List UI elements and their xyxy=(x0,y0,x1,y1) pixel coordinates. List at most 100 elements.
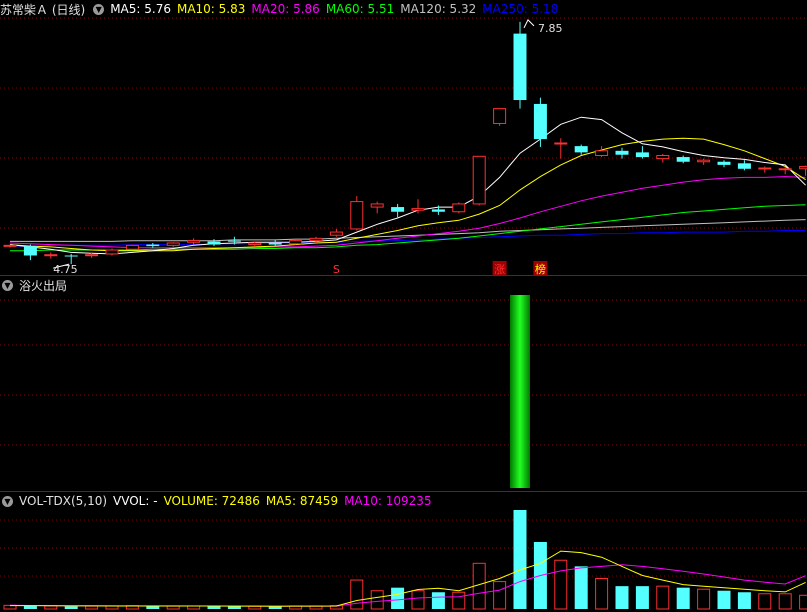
volume-bar xyxy=(431,592,445,609)
chevron-down-icon[interactable]: ▼ xyxy=(2,279,13,291)
volume-bar xyxy=(574,566,588,609)
indicator-header: ▼ 浴火出局 xyxy=(0,276,73,294)
ma-legend-item: MA120: 5.32 xyxy=(400,2,477,16)
candle-body xyxy=(717,161,731,165)
volume-bar xyxy=(370,590,384,610)
candle-body xyxy=(329,231,343,236)
candle-body xyxy=(452,203,466,213)
candle-body xyxy=(187,240,201,243)
volume-header: ▼ VOL-TDX(5,10) VVOL: - VOLUME: 72486 MA… xyxy=(0,492,438,510)
ma-layer xyxy=(9,116,806,255)
candle-body xyxy=(391,207,405,212)
candle-body xyxy=(289,240,303,245)
ma-legend: MA5: 5.76 MA10: 5.83 MA20: 5.86 MA60: 5.51 M… xyxy=(110,2,564,16)
candle-body xyxy=(574,146,588,153)
candle-body xyxy=(615,150,629,155)
candle-body xyxy=(350,201,364,230)
volume-bar xyxy=(758,593,772,610)
candle-body xyxy=(64,255,78,257)
vvol-value: VVOL: - xyxy=(113,494,158,508)
indicator-layer xyxy=(510,295,530,488)
ma-legend-item: MA10: 5.83 xyxy=(176,2,246,16)
chart-root: 7.85 4.75 S 涨 榜 苏常柴Ａ (日线) ▼ MA5: 5.76 MA10: 5… xyxy=(0,0,807,612)
volume-bar xyxy=(248,605,262,610)
volume-bar xyxy=(656,585,670,610)
candle-body xyxy=(44,254,58,257)
candle-body xyxy=(125,244,139,250)
chevron-down-icon[interactable]: ▼ xyxy=(93,3,105,15)
vol-ma10-value: MA10: 109235 xyxy=(344,494,432,508)
candle-body xyxy=(370,203,384,208)
ma10-line xyxy=(9,137,806,252)
ma250-line xyxy=(10,230,806,247)
candle-body xyxy=(737,163,751,169)
volume-bar xyxy=(64,606,78,609)
volume-value: VOLUME: 72486 xyxy=(163,494,260,508)
candle-body xyxy=(3,244,17,247)
ma-legend-item: MA5: 5.76 xyxy=(110,2,171,16)
candle-body xyxy=(85,254,99,257)
candle-body xyxy=(656,155,670,160)
chevron-down-icon[interactable]: ▼ xyxy=(2,495,13,507)
candle-body xyxy=(676,157,690,162)
stock-title: 苏常柴Ａ (日线) xyxy=(0,2,86,17)
ma-legend-item: MA20: 5.86 xyxy=(251,2,320,16)
kline-chart: 7.85 4.75 S 涨 榜 xyxy=(0,17,807,610)
candle-body xyxy=(227,240,241,242)
candle-body xyxy=(697,159,711,163)
candle-body xyxy=(166,242,180,246)
volume-bar xyxy=(85,605,99,610)
volume-bar xyxy=(44,605,58,610)
volume-bar xyxy=(166,605,180,610)
volume-bar xyxy=(799,594,807,610)
ma5-line xyxy=(9,116,806,255)
volume-bar xyxy=(23,605,37,609)
ma-legend-item: MA60: 5.51 xyxy=(325,2,395,16)
candle-body xyxy=(146,244,160,247)
volume-bar xyxy=(676,587,690,609)
signal-mark: 榜 xyxy=(535,262,546,276)
vol-ma5-value: MA5: 87459 xyxy=(265,494,339,508)
volume-bar xyxy=(635,586,649,609)
high-price-label: 7.85 xyxy=(538,22,563,35)
candle-body xyxy=(513,33,527,101)
candle-body xyxy=(411,208,425,211)
candle-body xyxy=(472,155,486,205)
candle-body xyxy=(533,103,547,140)
candle-body xyxy=(309,237,323,242)
indicator-bar xyxy=(510,295,530,488)
candle-body xyxy=(105,249,119,255)
candle-body xyxy=(23,246,37,256)
main-header: 苏常柴Ａ (日线) ▼ MA5: 5.76 MA10: 5.83 MA20: 5.8… xyxy=(0,0,564,18)
volume-bar xyxy=(615,586,629,609)
candle-body xyxy=(248,242,262,246)
candle-body xyxy=(431,209,445,212)
volume-bar xyxy=(493,581,507,610)
candle-body xyxy=(268,243,282,245)
candle-body xyxy=(554,142,568,145)
volume-bar xyxy=(411,590,425,610)
volume-bar xyxy=(452,591,466,610)
ma120-line xyxy=(10,219,806,242)
candle-body xyxy=(778,168,792,171)
volume-layer xyxy=(3,510,807,610)
volume-bar xyxy=(697,588,711,610)
candle-body xyxy=(595,150,609,156)
volume-bar xyxy=(717,590,731,609)
ma-legend-item: MA250: 5.18 xyxy=(482,2,559,16)
candle-body xyxy=(758,167,772,170)
candle-body xyxy=(207,241,221,245)
volume-bar xyxy=(207,606,221,609)
volume-bar xyxy=(391,587,405,609)
candle-body xyxy=(493,108,507,124)
volume-bar xyxy=(554,559,568,610)
low-price-label: 4.75 xyxy=(53,263,77,276)
candle-body xyxy=(635,152,649,158)
high-marker xyxy=(523,19,535,29)
volume-bar xyxy=(350,579,364,610)
signal-mark: S xyxy=(333,263,340,276)
candle-body xyxy=(799,165,807,170)
volume-bar xyxy=(595,578,609,610)
signal-mark: 涨 xyxy=(494,263,505,276)
volume-indicator-title: VOL-TDX(5,10) xyxy=(19,494,108,508)
